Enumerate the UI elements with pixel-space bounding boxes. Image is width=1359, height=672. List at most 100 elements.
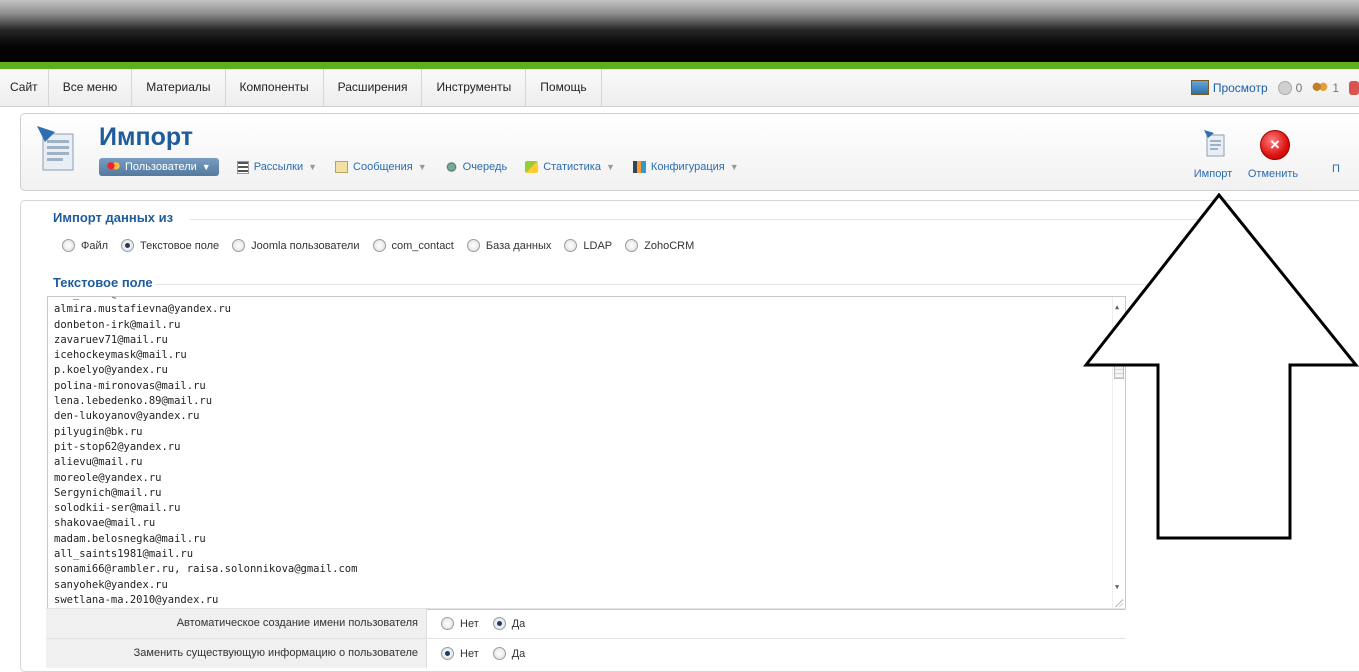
textarea-line: moreole@yandex.ru xyxy=(54,471,162,484)
radio-button[interactable] xyxy=(372,239,386,252)
toolbar-cut-label[interactable]: П xyxy=(1332,163,1340,175)
textarea-line: icehockeymask@mail.ru xyxy=(54,349,187,362)
radio-button[interactable] xyxy=(466,239,480,252)
visitors-counter[interactable]: 0 xyxy=(1277,80,1303,95)
radio-button[interactable] xyxy=(121,239,135,252)
source-option-label: Текстовое поле xyxy=(140,239,220,252)
resize-grip-icon[interactable] xyxy=(1115,599,1123,607)
radio-button[interactable] xyxy=(441,647,454,660)
option-values: Нет Да xyxy=(427,609,525,638)
menu-tools[interactable]: Инструменты xyxy=(422,69,527,106)
textarea-line: den-lukoyanov@yandex.ru xyxy=(54,410,200,423)
submenu-lists[interactable]: Рассылки ▼ xyxy=(236,160,317,174)
textarea-line: pilyugin@bk.ru xyxy=(54,425,143,438)
source-textfield-option[interactable]: Текстовое поле xyxy=(121,239,219,252)
source-option-label: LDAP xyxy=(583,239,613,252)
logout-icon[interactable] xyxy=(1349,80,1359,95)
textarea-line: solodkii-ser@mail.ru xyxy=(54,502,181,515)
submenu-stats[interactable]: Статистика ▼ xyxy=(525,161,615,173)
radio-button[interactable] xyxy=(62,239,75,252)
menu-extensions[interactable]: Расширения xyxy=(324,69,423,106)
source-zohocrm-option[interactable]: ZohoCRM xyxy=(625,239,694,252)
submenu-config-label: Конфигурация xyxy=(650,161,725,173)
fieldset-divider xyxy=(190,219,1230,220)
textarea-line: all_saints1981@mail.ru xyxy=(54,548,194,561)
import-source-options: Файл Текстовое поле Joomla пользователи … xyxy=(62,239,707,252)
menu-components[interactable]: Компоненты xyxy=(226,69,324,106)
submenu-queue[interactable]: Очередь xyxy=(444,161,508,173)
stats-icon xyxy=(525,161,539,173)
toolbar-cancel-button[interactable]: × Отменить xyxy=(1244,124,1302,184)
import-textarea[interactable]: rim_marto@mail.rualmira.mustafievna@yand… xyxy=(47,296,1126,610)
source-joomla-users-option[interactable]: Joomla пользователи xyxy=(232,239,360,252)
source-option-label: com_contact xyxy=(391,239,454,252)
textarea-line: donbeton-irk@mail.ru xyxy=(54,318,181,331)
preview-label: Просмотр xyxy=(1212,80,1268,95)
source-option-label: База данных xyxy=(485,239,552,252)
option-no[interactable]: Нет xyxy=(441,617,479,630)
option-yes-label: Да xyxy=(511,647,526,660)
chevron-down-icon: ▼ xyxy=(605,162,615,172)
list-icon xyxy=(236,160,249,174)
option-no-label: Нет xyxy=(460,647,479,660)
chevron-down-icon: ▼ xyxy=(201,162,211,172)
textarea-content: rim_marto@mail.rualmira.mustafievna@yand… xyxy=(54,297,357,609)
radio-button[interactable] xyxy=(441,617,454,630)
option-yes[interactable]: Да xyxy=(492,617,526,630)
source-com-contact-option[interactable]: com_contact xyxy=(372,239,454,252)
radio-button[interactable] xyxy=(492,617,506,630)
menu-site[interactable]: Сайт xyxy=(0,69,49,106)
submenu-messages-label: Сообщения xyxy=(353,161,413,173)
menu-help[interactable]: Помощь xyxy=(526,69,602,106)
textfield-legend: Текстовое поле xyxy=(53,275,153,290)
toolbar-import-button[interactable]: Импорт xyxy=(1184,124,1242,184)
admin-menubar: Сайт Все меню Материалы Компоненты Расши… xyxy=(0,69,1359,107)
submenu-queue-label: Очередь xyxy=(462,161,508,173)
menu-all-menus[interactable]: Все меню xyxy=(49,69,133,106)
chevron-down-icon: ▼ xyxy=(417,162,427,172)
submenu-config[interactable]: Конфигурация ▼ xyxy=(632,161,739,173)
option-yes-label: Да xyxy=(511,617,526,630)
submenu-users[interactable]: Пользователи ▼ xyxy=(99,158,219,176)
cancel-icon: × xyxy=(1260,130,1290,160)
radio-button[interactable] xyxy=(625,239,639,252)
textarea-line: madam.belosnegka@mail.ru xyxy=(54,532,206,545)
fieldset-divider xyxy=(155,284,1225,285)
visitors-count: 0 xyxy=(1295,80,1303,95)
textarea-line: polina-mironovas@mail.ru xyxy=(54,379,206,392)
textarea-line: swetlana-ma.2010@yandex.ru xyxy=(54,593,219,606)
scroll-down-icon[interactable]: ▼ xyxy=(1115,580,1119,595)
option-no[interactable]: Нет xyxy=(441,647,479,660)
toolbar-import-label: Импорт xyxy=(1193,168,1233,180)
radio-button[interactable] xyxy=(564,239,578,252)
option-yes[interactable]: Да xyxy=(492,647,526,660)
preview-link[interactable]: Просмотр xyxy=(1190,80,1268,95)
browser-chrome-band xyxy=(0,0,1359,62)
textarea-line: sanyohek@yandex.ru xyxy=(54,578,168,591)
config-icon xyxy=(632,161,646,173)
page-title: Импорт xyxy=(99,123,194,151)
import-component-icon xyxy=(37,126,74,171)
option-label: Заменить существующую информацию о польз… xyxy=(46,639,427,668)
queue-icon xyxy=(444,161,458,173)
chevron-down-icon: ▼ xyxy=(729,162,739,172)
import-icon xyxy=(1204,130,1225,157)
textarea-line: p.koelyo@yandex.ru xyxy=(54,364,168,377)
source-ldap-option[interactable]: LDAP xyxy=(564,239,612,252)
textarea-line: almira.mustafievna@yandex.ru xyxy=(54,303,232,316)
option-values: Нет Да xyxy=(427,639,525,668)
radio-button[interactable] xyxy=(232,239,246,252)
source-file-option[interactable]: Файл xyxy=(62,239,108,252)
submenu-users-label: Пользователи xyxy=(125,161,197,173)
import-options-table: Автоматическое создание имени пользовате… xyxy=(46,608,1126,668)
component-submenu: Пользователи ▼ Рассылки ▼ Сообщения ▼ Оч… xyxy=(99,158,739,176)
admin-accent-bar xyxy=(0,62,1359,69)
admins-counter[interactable]: 1 xyxy=(1312,81,1339,95)
submenu-stats-label: Статистика xyxy=(543,161,601,173)
option-no-label: Нет xyxy=(460,617,479,630)
radio-button[interactable] xyxy=(492,647,506,660)
menu-content[interactable]: Материалы xyxy=(132,69,226,106)
source-option-label: Joomla пользователи xyxy=(251,239,360,252)
source-database-option[interactable]: База данных xyxy=(466,239,552,252)
submenu-messages[interactable]: Сообщения ▼ xyxy=(335,161,427,173)
